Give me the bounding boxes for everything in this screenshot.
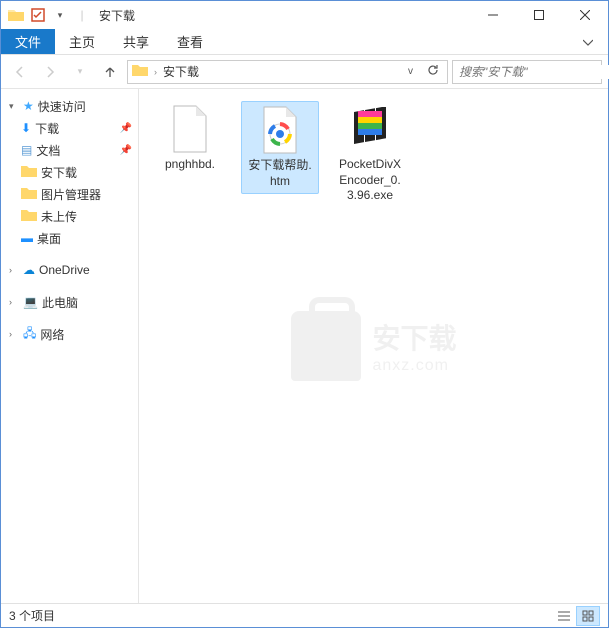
tab-home[interactable]: 主页 <box>55 29 109 54</box>
tab-view[interactable]: 查看 <box>163 29 217 54</box>
nav-history-dropdown[interactable]: ▾ <box>67 59 93 85</box>
document-icon: ▤ <box>21 143 32 157</box>
qat-properties-icon[interactable] <box>27 4 49 26</box>
sidebar-item-network[interactable]: › 🖧 网络 <box>1 323 138 345</box>
qat-separator: | <box>71 4 93 26</box>
folder-icon <box>5 4 27 26</box>
view-details-button[interactable] <box>552 606 576 626</box>
network-icon: 🖧 <box>23 324 36 345</box>
sidebar-item-desktop[interactable]: ▬ 桌面 <box>1 227 138 249</box>
file-label: pnghhbd. <box>165 157 215 173</box>
file-label: 安下载帮助.htm <box>246 158 314 189</box>
file-label: PocketDivXEncoder_0.3.96.exe <box>335 157 405 204</box>
file-icon <box>166 105 214 153</box>
address-dropdown-icon[interactable]: v <box>404 66 417 77</box>
cloud-icon: ☁ <box>23 263 35 277</box>
file-item[interactable]: PocketDivXEncoder_0.3.96.exe <box>331 101 409 208</box>
tab-file[interactable]: 文件 <box>1 29 55 54</box>
watermark: 安下载 anxz.com <box>290 311 456 381</box>
computer-icon: 💻 <box>23 295 38 309</box>
pin-icon: 📌 <box>120 145 132 156</box>
tab-share[interactable]: 共享 <box>109 29 163 54</box>
minimize-button[interactable] <box>470 1 516 29</box>
sidebar-item-anxz[interactable]: 安下载 <box>1 161 138 183</box>
pin-icon: 📌 <box>120 123 132 134</box>
maximize-button[interactable] <box>516 1 562 29</box>
sidebar-item-thispc[interactable]: › 💻 此电脑 <box>1 291 138 313</box>
file-list[interactable]: 安下载 anxz.com pnghhbd. 安下载帮助.htm <box>139 89 608 603</box>
sidebar-item-onedrive[interactable]: › ☁ OneDrive <box>1 259 138 281</box>
sidebar-item-not-uploaded[interactable]: 未上传 <box>1 205 138 227</box>
nav-up-button[interactable] <box>97 59 123 85</box>
folder-icon <box>21 208 37 225</box>
sidebar-item-image-manager[interactable]: 图片管理器 <box>1 183 138 205</box>
qat-dropdown-icon[interactable]: ▾ <box>49 4 71 26</box>
sidebar-item-quick-access[interactable]: ▾ ★ 快速访问 <box>1 95 138 117</box>
star-icon: ★ <box>23 99 34 113</box>
address-refresh-icon[interactable] <box>423 64 443 79</box>
folder-icon <box>21 164 37 181</box>
address-folder-icon <box>132 63 148 80</box>
window-title: 安下载 <box>99 7 135 24</box>
download-icon: ⬇ <box>21 121 31 135</box>
htm-icon <box>256 106 304 154</box>
search-box[interactable] <box>452 60 602 84</box>
file-item[interactable]: pnghhbd. <box>151 101 229 177</box>
sidebar-item-downloads[interactable]: ⬇ 下载 📌 <box>1 117 138 139</box>
exe-icon <box>346 105 394 153</box>
search-input[interactable] <box>459 65 609 79</box>
nav-back-button[interactable] <box>7 59 33 85</box>
file-item[interactable]: 安下载帮助.htm <box>241 101 319 194</box>
sidebar-item-documents[interactable]: ▤ 文档 📌 <box>1 139 138 161</box>
nav-forward-button[interactable] <box>37 59 63 85</box>
navigation-pane: ▾ ★ 快速访问 ⬇ 下载 📌 ▤ 文档 📌 安下载 图片管理器 未上传 ▬ <box>1 89 139 603</box>
status-item-count: 3 个项目 <box>9 607 55 624</box>
address-bar[interactable]: › 安下载 v <box>127 60 448 84</box>
folder-icon <box>21 186 37 203</box>
breadcrumb-separator-icon[interactable]: › <box>154 67 157 77</box>
view-icons-button[interactable] <box>576 606 600 626</box>
breadcrumb[interactable]: 安下载 <box>163 63 199 80</box>
close-button[interactable] <box>562 1 608 29</box>
ribbon-expand-button[interactable] <box>568 29 608 54</box>
desktop-icon: ▬ <box>21 231 33 245</box>
